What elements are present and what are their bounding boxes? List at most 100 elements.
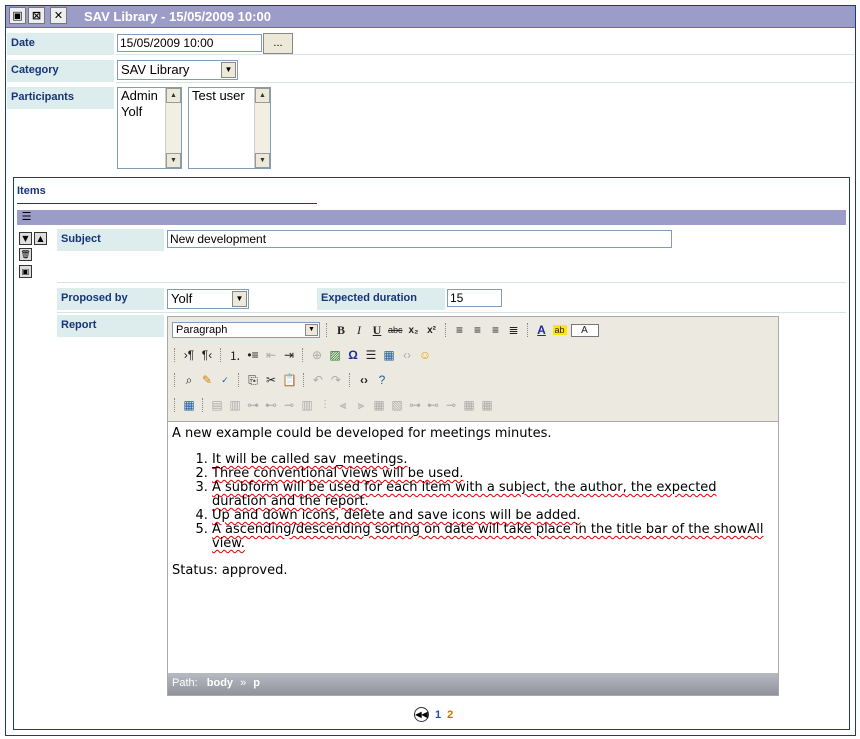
subject-label: Subject — [57, 229, 164, 251]
special-char-icon[interactable]: Ω — [346, 348, 360, 362]
date-input[interactable] — [117, 34, 262, 52]
path-label: Path: — [172, 677, 198, 689]
title-bar: ▣ ⊠ ✕ SAV Library - 15/05/2009 10:00 — [6, 6, 855, 28]
paste-row-after-icon[interactable]: ⊸ — [444, 398, 458, 412]
image-icon[interactable]: ▨ — [328, 348, 342, 362]
save-icon[interactable]: ▣ — [9, 7, 26, 24]
insert-col-after-icon[interactable]: ⫶ — [318, 398, 332, 413]
close-icon[interactable]: ✕ — [50, 7, 67, 24]
source-code-icon[interactable]: ‹› — [357, 373, 371, 387]
code-icon[interactable]: ‹› — [400, 348, 414, 362]
chevron-down-icon[interactable]: ▼ — [305, 324, 318, 336]
move-down-icon[interactable]: ▼ — [19, 232, 32, 245]
page-1-link[interactable]: 1 — [435, 709, 441, 721]
scrollbar[interactable]: ▲ ▼ — [254, 88, 270, 168]
help-icon[interactable]: ? — [375, 373, 389, 387]
subscript-icon[interactable]: x₂ — [407, 325, 421, 336]
participants-available-list[interactable]: Test user ▲ ▼ — [188, 87, 271, 169]
table-delete-icon[interactable]: ▦ — [480, 398, 494, 412]
add-item-icon[interactable]: ☰ — [20, 211, 33, 224]
format-select[interactable]: Paragraph ▼ — [172, 322, 320, 338]
cut-row-icon[interactable]: ▧ — [390, 398, 404, 412]
report-list: It will be called sav_meetings. Three co… — [172, 453, 774, 551]
outdent-icon[interactable]: ⇤ — [264, 348, 278, 362]
table-cell-props-icon[interactable]: ▥ — [228, 398, 242, 412]
scroll-up-icon[interactable]: ▲ — [255, 88, 270, 103]
undo-icon[interactable]: ↶ — [311, 373, 325, 387]
proposed-by-select[interactable]: Yolf ▼ — [167, 289, 249, 309]
expected-duration-input[interactable] — [447, 289, 502, 307]
editor-content[interactable]: A new example could be developed for mee… — [168, 421, 778, 673]
align-center-icon[interactable]: ≡ — [471, 323, 485, 337]
superscript-icon[interactable]: x² — [425, 325, 439, 336]
cut-icon[interactable]: ✂ — [264, 373, 278, 387]
chevron-down-icon[interactable]: ▼ — [221, 62, 236, 78]
path-body[interactable]: body — [207, 677, 233, 689]
separator — [174, 373, 176, 387]
copy-icon[interactable]: ⎘ — [246, 373, 260, 388]
align-right-icon[interactable]: ≡ — [489, 323, 503, 337]
ltr-icon[interactable]: ›¶ — [182, 348, 196, 362]
editor-toolbar-row-4: ▦ ▤ ▥ ⊶ ⊷ ⊸ ▥ ⫶ ⫷ ⫸ ▦ ▧ ⊶ ⊷ ⊸ ▦ ▦ — [172, 395, 494, 415]
date-picker-button[interactable]: ... — [263, 33, 293, 54]
align-justify-icon[interactable]: ≣ — [507, 323, 521, 337]
path-p[interactable]: p — [253, 677, 260, 689]
paste-row-before-icon[interactable]: ⊷ — [426, 398, 440, 412]
redo-icon[interactable]: ↷ — [329, 373, 343, 387]
rtl-icon[interactable]: ¶‹ — [200, 348, 214, 362]
page-2-current[interactable]: 2 — [447, 709, 453, 721]
scroll-down-icon[interactable]: ▼ — [166, 153, 181, 168]
indent-icon[interactable]: ⇥ — [282, 348, 296, 362]
numbered-list-icon[interactable]: ⒈ — [228, 347, 242, 364]
italic-icon[interactable]: I — [352, 323, 366, 338]
clean-up-icon[interactable]: ✎ — [200, 373, 214, 387]
category-select[interactable]: SAV Library ▼ — [117, 60, 238, 80]
chevron-down-icon[interactable]: ▼ — [232, 291, 247, 307]
bold-icon[interactable]: B — [334, 323, 348, 338]
align-left-icon[interactable]: ≡ — [453, 323, 467, 337]
list-item: A subform will be used for each item wit… — [212, 481, 774, 509]
delete-row-icon[interactable]: ⊸ — [282, 398, 296, 412]
subject-input[interactable] — [167, 230, 672, 248]
copy-row-icon[interactable]: ⊶ — [408, 398, 422, 412]
divider — [116, 82, 854, 83]
save-and-close-icon[interactable]: ⊠ — [28, 7, 45, 24]
move-up-icon[interactable]: ▲ — [34, 232, 47, 245]
paste-icon[interactable]: 📋 — [282, 373, 297, 387]
category-label: Category — [7, 60, 114, 82]
horizontal-rule-icon[interactable]: ☰ — [364, 348, 378, 362]
report-intro: A new example could be developed for mee… — [172, 426, 552, 441]
delete-col-icon[interactable]: ⫷ — [336, 398, 350, 413]
insert-row-after-icon[interactable]: ⊷ — [264, 398, 278, 412]
table-icon[interactable]: ▦ — [382, 348, 396, 362]
scrollbar[interactable]: ▲ ▼ — [165, 88, 181, 168]
table-row-props-icon[interactable]: ▤ — [210, 398, 224, 412]
find-icon[interactable]: ⌕ — [182, 373, 196, 388]
divider — [57, 282, 846, 283]
spell-check-icon[interactable]: ✓ — [218, 375, 232, 386]
text-color-icon[interactable]: A — [535, 323, 549, 337]
bullet-list-icon[interactable]: •≡ — [246, 348, 260, 362]
editor-toolbar-row-3: ⌕ ✎ ✓ ⎘ ✂ 📋 ↶ ↷ ‹› ? — [172, 370, 389, 390]
scroll-down-icon[interactable]: ▼ — [255, 153, 270, 168]
color-picker-icon[interactable]: A — [570, 323, 599, 337]
split-cells-icon[interactable]: ⫸ — [354, 398, 368, 413]
form-window: ▣ ⊠ ✕ SAV Library - 15/05/2009 10:00 Dat… — [5, 5, 856, 736]
items-panel: Items ☰ ▼ ▲ 🗑 ▣ Subject Proposed by Yolf… — [13, 177, 850, 730]
delete-icon[interactable]: 🗑 — [19, 248, 32, 261]
participants-selected-list[interactable]: Admin Yolf ▲ ▼ — [117, 87, 182, 169]
merge-cells-icon[interactable]: ▦ — [372, 398, 386, 412]
first-page-icon[interactable]: ◀◀ — [414, 707, 429, 722]
underline-icon[interactable]: U — [370, 323, 384, 338]
save-icon[interactable]: ▣ — [19, 265, 32, 278]
table-props-icon[interactable]: ▦ — [462, 398, 476, 412]
highlight-icon[interactable]: ab — [552, 325, 567, 335]
link-icon[interactable]: ⊕ — [310, 348, 324, 362]
insert-table-icon[interactable]: ▦ — [182, 398, 196, 412]
emoticon-icon[interactable]: ☺ — [418, 348, 432, 362]
scroll-up-icon[interactable]: ▲ — [166, 88, 181, 103]
strikethrough-icon[interactable]: abc — [388, 325, 403, 335]
separator — [348, 373, 351, 387]
insert-row-before-icon[interactable]: ⊶ — [246, 398, 260, 412]
insert-col-before-icon[interactable]: ▥ — [300, 398, 314, 412]
